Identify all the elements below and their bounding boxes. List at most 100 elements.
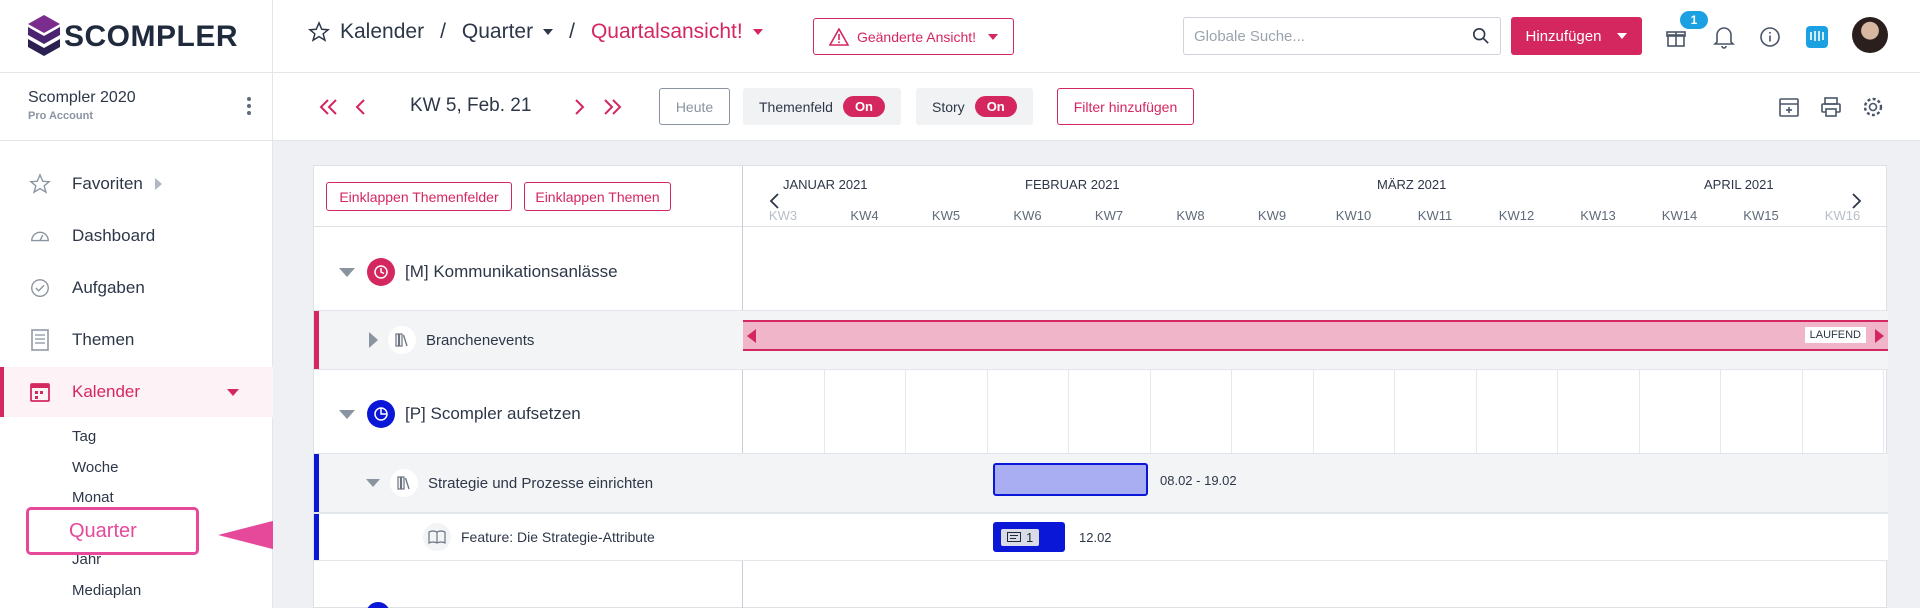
search-icon[interactable] bbox=[1472, 27, 1490, 45]
topic-title[interactable]: Strategie und Prozesse einrichten bbox=[366, 454, 653, 512]
sidebar-item-dashboard[interactable]: Dashboard bbox=[0, 211, 273, 261]
chevron-down-icon bbox=[1617, 33, 1628, 39]
breadcrumb-view[interactable]: Quartalsansicht! bbox=[591, 20, 763, 44]
logo[interactable]: SCOMPLER bbox=[0, 0, 273, 73]
today-button[interactable]: Heute bbox=[659, 88, 730, 125]
story-title[interactable]: Feature: Die Strategie-Attribute bbox=[423, 514, 655, 560]
sidebar-item-themen[interactable]: Themen bbox=[0, 315, 273, 365]
breadcrumb-separator: / bbox=[569, 20, 575, 43]
week-label: KW15 bbox=[1743, 208, 1779, 223]
sidebar-sub-quarter-highlight[interactable]: Quarter bbox=[26, 507, 199, 555]
account-name: Scompler 2020 bbox=[28, 89, 136, 106]
collapse-triangle-icon[interactable] bbox=[366, 479, 380, 487]
chevron-right-icon[interactable] bbox=[573, 98, 585, 116]
sidebar-item-favoriten[interactable]: Favoriten bbox=[0, 159, 273, 209]
breadcrumb-view-label: Quartalsansicht! bbox=[590, 20, 743, 43]
avatar[interactable] bbox=[1852, 17, 1888, 53]
feature-chip[interactable]: 1 bbox=[993, 522, 1065, 552]
feature-count-badge: 1 bbox=[1001, 528, 1040, 546]
topic-field-title[interactable]: [M] Kommunikationsanlässe bbox=[339, 258, 618, 286]
sidebar-item-aufgaben[interactable]: Aufgaben bbox=[0, 263, 273, 313]
event-bar[interactable]: LAUFEND bbox=[743, 320, 1888, 351]
chevron-down-icon bbox=[752, 29, 763, 36]
chevron-right-icon bbox=[154, 178, 162, 190]
week-label: KW6 bbox=[1013, 208, 1042, 223]
expand-triangle-icon[interactable] bbox=[369, 332, 378, 348]
sidebar-sub-tag[interactable]: Tag bbox=[72, 428, 96, 445]
add-button[interactable]: Hinzufügen bbox=[1511, 17, 1642, 55]
print-icon[interactable] bbox=[1819, 95, 1843, 119]
topic-field-row: [M] Kommunikationsanlässe bbox=[314, 242, 1888, 298]
collapse-topics-button[interactable]: Einklappen Themen bbox=[524, 182, 671, 211]
gauge-icon bbox=[28, 224, 52, 248]
breadcrumb-quarter[interactable]: Quarter bbox=[462, 20, 554, 44]
week-label: KW7 bbox=[1094, 208, 1124, 223]
quarter-panel: JANUAR 2021 FEBRUAR 2021 MÄRZ 2021 APRIL… bbox=[313, 165, 1888, 608]
date-range: 08.02 - 19.02 bbox=[1160, 473, 1237, 488]
document-icon bbox=[28, 328, 52, 352]
account-switcher[interactable]: Scompler 2020 Pro Account bbox=[0, 73, 273, 141]
changed-view-button[interactable]: Geänderte Ansicht! bbox=[813, 18, 1014, 55]
add-calendar-icon[interactable] bbox=[1777, 95, 1801, 119]
add-filter-button[interactable]: Filter hinzufügen bbox=[1057, 88, 1194, 125]
topic-title[interactable]: Branchenevents bbox=[369, 311, 534, 369]
double-chevron-right-icon[interactable] bbox=[602, 98, 622, 116]
star-icon[interactable] bbox=[308, 21, 330, 43]
timeline-next-icon[interactable] bbox=[1850, 192, 1862, 210]
sidebar-sub-woche[interactable]: Woche bbox=[72, 459, 118, 476]
warning-icon bbox=[828, 27, 849, 46]
week-label: KW13 bbox=[1580, 208, 1616, 223]
row-accent bbox=[314, 311, 319, 369]
story-toggle[interactable]: Story On bbox=[916, 88, 1033, 125]
sidebar-item-label: Dashboard bbox=[72, 226, 156, 245]
week-label: KW14 bbox=[1661, 208, 1698, 223]
topic-row: Branchenevents LAUFEND bbox=[314, 310, 1888, 370]
topic-field-title[interactable]: [P] Scompler aufsetzen bbox=[339, 400, 581, 428]
topic-label: Strategie und Prozesse einrichten bbox=[428, 474, 654, 492]
sidebar-sub-mediaplan[interactable]: Mediaplan bbox=[72, 582, 141, 599]
sidebar-item-label: Kalender bbox=[72, 382, 141, 401]
changed-view-label: Geänderte Ansicht! bbox=[856, 28, 977, 45]
breadcrumb: Kalender / Quarter / Quartalsansicht! bbox=[308, 20, 763, 44]
quarter-label: Quarter bbox=[69, 519, 137, 542]
gear-icon[interactable] bbox=[1861, 95, 1885, 119]
check-circle-icon bbox=[28, 276, 52, 300]
sidebar-item-kalender[interactable]: Kalender bbox=[0, 367, 273, 417]
week-label: KW8 bbox=[1176, 208, 1205, 223]
topic-field-label: [M] Kommunikationsanlässe bbox=[405, 262, 618, 281]
clock-icon bbox=[367, 258, 395, 286]
collapse-triangle-icon[interactable] bbox=[339, 409, 355, 419]
month-label: FEBRUAR 2021 bbox=[1025, 177, 1120, 192]
kebab-menu-icon[interactable] bbox=[247, 97, 251, 115]
calendar-toolbar: KW 5, Feb. 21 Heute Themenfeld On Story … bbox=[273, 73, 1920, 141]
month-label: JANUAR 2021 bbox=[783, 177, 868, 192]
sidebar-sub-monat[interactable]: Monat bbox=[72, 489, 114, 506]
global-search-input[interactable]: Globale Suche... bbox=[1183, 17, 1501, 55]
themenfeld-toggle[interactable]: Themenfeld On bbox=[743, 88, 901, 125]
info-icon[interactable] bbox=[1757, 24, 1783, 50]
topic-field-row: [P] Scompler aufsetzen bbox=[314, 384, 1888, 440]
story-row: Feature: Die Strategie-Attribute 1 12.02 bbox=[314, 513, 1888, 561]
collapse-fields-button[interactable]: Einklappen Themenfelder bbox=[326, 182, 512, 211]
collapse-triangle-icon[interactable] bbox=[339, 267, 355, 277]
plan-bar[interactable] bbox=[993, 463, 1148, 496]
library-icon bbox=[388, 326, 416, 354]
story-label: Feature: Die Strategie-Attribute bbox=[461, 529, 655, 545]
intercom-icon[interactable] bbox=[1804, 24, 1830, 50]
sidebar-item-label: Aufgaben bbox=[72, 278, 145, 297]
book-open-icon bbox=[423, 523, 451, 551]
calendar-content: JANUAR 2021 FEBRUAR 2021 MÄRZ 2021 APRIL… bbox=[273, 141, 1920, 608]
week-label: KW11 bbox=[1417, 208, 1453, 223]
pie-chart-icon bbox=[367, 400, 395, 428]
week-label: KW5 bbox=[931, 208, 961, 223]
sidebar-item-label: Themen bbox=[72, 330, 135, 349]
double-chevron-left-icon[interactable] bbox=[319, 98, 339, 116]
chevron-left-icon[interactable] bbox=[355, 98, 367, 116]
status-badge: LAUFEND bbox=[1804, 327, 1866, 343]
star-icon bbox=[28, 172, 52, 196]
logo-text: SCOMPLER bbox=[64, 19, 239, 53]
month-label: MÄRZ 2021 bbox=[1377, 177, 1447, 192]
bell-icon[interactable] bbox=[1711, 24, 1737, 50]
breadcrumb-kalender[interactable]: Kalender bbox=[340, 20, 424, 44]
timeline-prev-icon[interactable] bbox=[769, 192, 781, 210]
